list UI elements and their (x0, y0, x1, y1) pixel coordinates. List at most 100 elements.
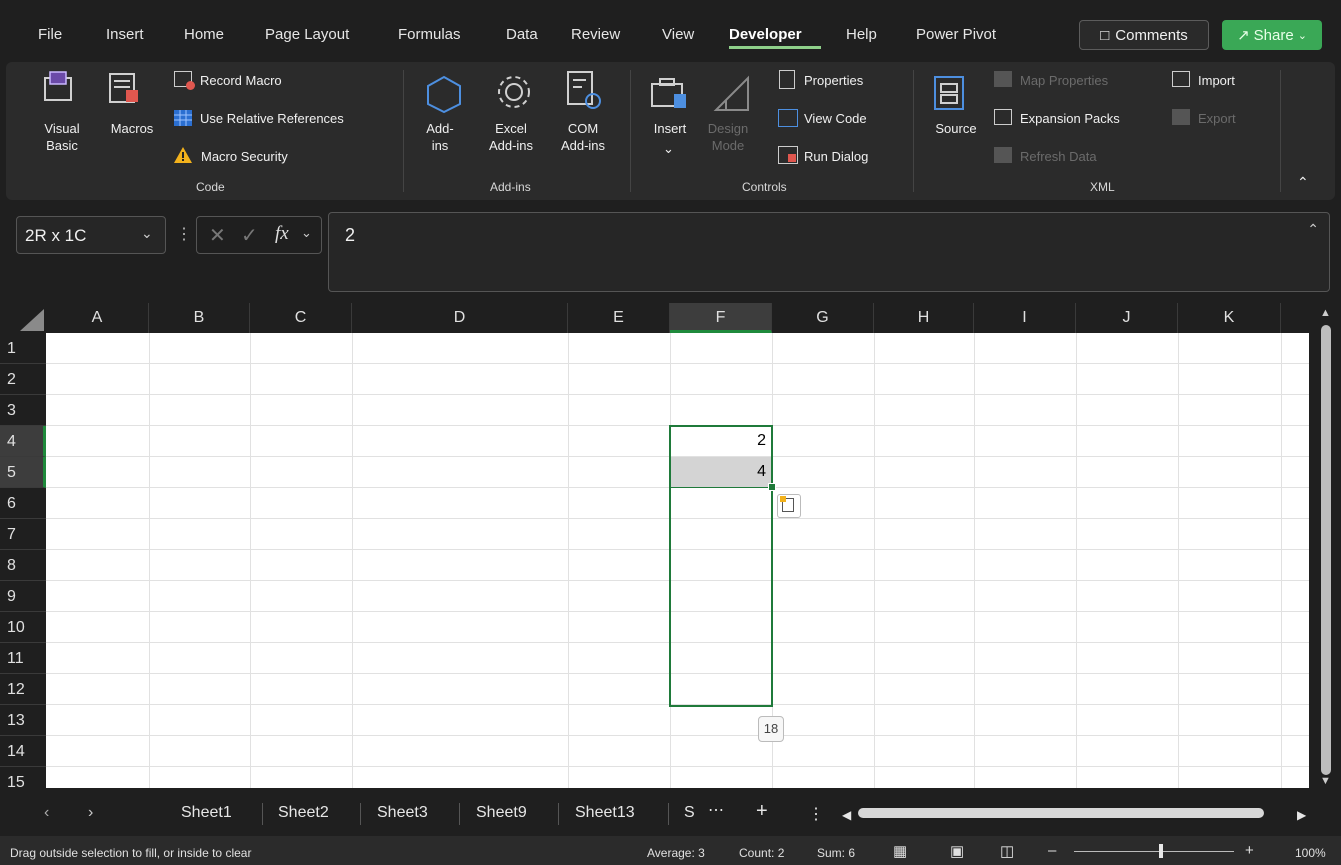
row-header-2[interactable]: 2 (0, 364, 46, 395)
record-macro-button[interactable]: Record Macro (200, 72, 282, 89)
design-mode-button[interactable]: Design Mode (704, 120, 752, 154)
normal-view-icon[interactable]: ▦ (893, 842, 907, 860)
column-header-k[interactable]: K (1178, 303, 1281, 333)
column-header-h[interactable]: H (874, 303, 974, 333)
menu-power-pivot[interactable]: Power Pivot (916, 26, 996, 43)
column-header-d[interactable]: D (352, 303, 568, 333)
formula-input[interactable]: 2 ⌃ (328, 212, 1330, 292)
row-header-12[interactable]: 12 (0, 674, 46, 705)
scroll-tabs-left-icon[interactable]: ‹ (44, 804, 49, 822)
refresh-data-button[interactable]: Refresh Data (1020, 148, 1097, 165)
column-header-i[interactable]: I (974, 303, 1076, 333)
enter-check-icon[interactable]: ✓ (241, 223, 258, 248)
row-header-1[interactable]: 1 (0, 333, 46, 364)
menu-developer[interactable]: Developer (729, 26, 802, 43)
row-header-7[interactable]: 7 (0, 519, 46, 550)
cancel-icon[interactable]: ✕ (209, 223, 226, 248)
row-header-3[interactable]: 3 (0, 395, 46, 426)
sheet-tab-sheet2[interactable]: Sheet2 (278, 804, 329, 822)
share-button[interactable]: ↗ Share ⌄ (1222, 20, 1322, 50)
page-break-view-icon[interactable]: ◫ (1000, 842, 1014, 860)
menu-page-layout[interactable]: Page Layout (265, 26, 349, 43)
scroll-down-icon[interactable]: ▼ (1320, 775, 1331, 787)
menu-data[interactable]: Data (506, 26, 538, 43)
sheet-tab-sheet3[interactable]: Sheet3 (377, 804, 428, 822)
more-options-icon[interactable]: ⋮ (176, 224, 192, 244)
run-dialog-button[interactable]: Run Dialog (804, 148, 868, 165)
source-button[interactable]: Source (926, 120, 986, 137)
chevron-down-icon[interactable]: ⌄ (301, 225, 312, 241)
com-add-ins-button[interactable]: COM Add-ins (550, 120, 616, 154)
page-layout-view-icon[interactable]: ▣ (950, 842, 964, 860)
name-box[interactable]: 2R x 1C ⌄ (16, 216, 166, 254)
sheet-tab-sheet13[interactable]: Sheet13 (575, 804, 635, 822)
zoom-out-icon[interactable]: – (1048, 842, 1056, 859)
row-header-11[interactable]: 11 (0, 643, 46, 674)
quick-analysis-icon[interactable] (777, 494, 801, 518)
macro-security-button[interactable]: Macro Security (201, 148, 288, 165)
hscroll-right-icon[interactable]: ▶ (1297, 808, 1306, 822)
column-header-g[interactable]: G (772, 303, 874, 333)
row-header-4[interactable]: 4 (0, 426, 46, 457)
chevron-down-icon[interactable]: ⌄ (141, 225, 153, 242)
row-header-5[interactable]: 5 (0, 457, 46, 488)
worksheet-grid[interactable]: 2 4 18 (46, 333, 1309, 788)
menu-help[interactable]: Help (846, 26, 877, 43)
import-button[interactable]: Import (1198, 72, 1235, 89)
menu-home[interactable]: Home (184, 26, 224, 43)
cell-f4[interactable]: 2 (670, 432, 766, 450)
menu-file[interactable]: File (38, 26, 62, 43)
collapse-ribbon-icon[interactable]: ⌃ (1297, 174, 1309, 191)
column-header-a[interactable]: A (46, 303, 149, 333)
row-header-10[interactable]: 10 (0, 612, 46, 643)
use-relative-references-button[interactable]: Use Relative References (200, 110, 344, 127)
row-header-6[interactable]: 6 (0, 488, 46, 519)
zoom-slider-track[interactable] (1074, 851, 1234, 852)
row-header-14[interactable]: 14 (0, 736, 46, 767)
column-header-e[interactable]: E (568, 303, 670, 333)
sheet-tab-sheet1[interactable]: Sheet1 (181, 804, 232, 822)
view-code-button[interactable]: View Code (804, 110, 867, 127)
add-ins-button[interactable]: Add- ins (420, 120, 460, 154)
vertical-scroll-thumb[interactable] (1321, 325, 1331, 775)
menu-view[interactable]: View (662, 26, 694, 43)
row-header-8[interactable]: 8 (0, 550, 46, 581)
insert-controls-button[interactable]: Insert (646, 120, 694, 137)
scroll-tabs-right-icon[interactable]: › (88, 804, 93, 822)
vertical-scrollbar[interactable]: ▲ ▼ (1309, 303, 1341, 790)
row-header-9[interactable]: 9 (0, 581, 46, 612)
expansion-packs-button[interactable]: Expansion Packs (1020, 110, 1120, 127)
column-header-c[interactable]: C (250, 303, 352, 333)
more-sheets-icon[interactable]: ⋯ (708, 800, 724, 820)
row-header-15[interactable]: 15 (0, 767, 46, 788)
excel-add-ins-button[interactable]: Excel Add-ins (480, 120, 542, 154)
menu-review[interactable]: Review (571, 26, 620, 43)
column-header-j[interactable]: J (1076, 303, 1178, 333)
column-header-b[interactable]: B (149, 303, 250, 333)
fill-handle[interactable] (768, 483, 776, 491)
properties-button[interactable]: Properties (804, 72, 863, 89)
tab-options-icon[interactable]: ⋮ (808, 804, 824, 824)
menu-insert[interactable]: Insert (106, 26, 144, 43)
horizontal-scroll-thumb[interactable] (858, 808, 1264, 818)
comments-button[interactable]: □ Comments (1079, 20, 1209, 50)
zoom-slider-thumb[interactable] (1159, 844, 1163, 858)
insert-function-icon[interactable]: fx (275, 223, 289, 245)
visual-basic-button[interactable]: Visual Basic (40, 120, 84, 154)
scroll-up-icon[interactable]: ▲ (1320, 307, 1331, 319)
collapse-formula-bar-icon[interactable]: ⌃ (1307, 221, 1319, 238)
cell-f5[interactable]: 4 (670, 463, 766, 481)
column-header-f[interactable]: F (670, 303, 772, 333)
zoom-in-icon[interactable]: + (1245, 842, 1254, 859)
sheet-tab-sheet9[interactable]: Sheet9 (476, 804, 527, 822)
macros-button[interactable]: Macros (102, 120, 162, 137)
add-sheet-icon[interactable]: + (756, 800, 768, 823)
sheet-tab-truncated[interactable]: S (684, 804, 695, 822)
select-all-button[interactable] (16, 309, 44, 331)
menu-formulas[interactable]: Formulas (398, 26, 461, 43)
row-header-13[interactable]: 13 (0, 705, 46, 736)
zoom-level[interactable]: 100% (1295, 846, 1326, 860)
map-properties-button[interactable]: Map Properties (1020, 72, 1108, 89)
export-button[interactable]: Export (1198, 110, 1236, 127)
hscroll-left-icon[interactable]: ◀ (842, 808, 851, 822)
